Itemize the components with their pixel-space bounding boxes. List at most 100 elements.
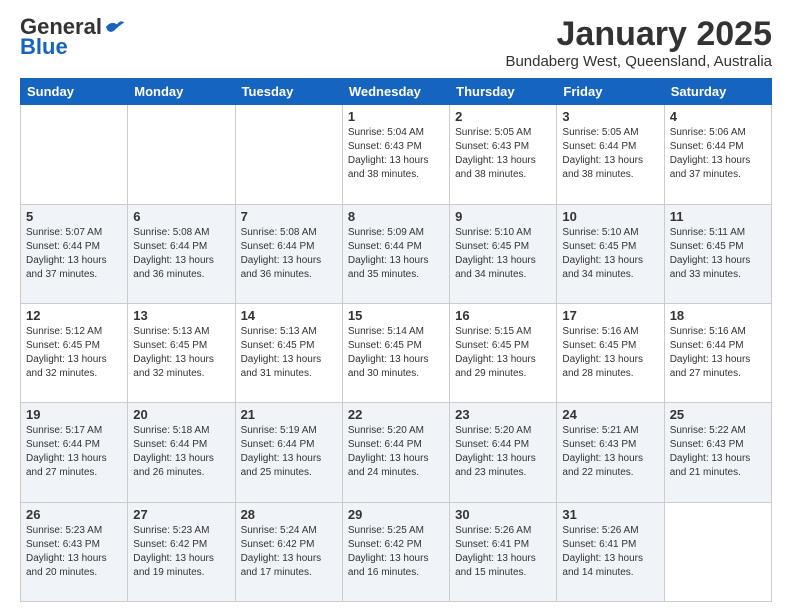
day-info: Sunrise: 5:05 AM Sunset: 6:44 PM Dayligh… — [562, 126, 658, 182]
week-row-3: 12 Sunrise: 5:12 AM Sunset: 6:45 PM Dayli… — [21, 304, 772, 403]
calendar-cell: 7 Sunrise: 5:08 AM Sunset: 6:44 PM Daylig… — [235, 204, 342, 303]
day-info: Sunrise: 5:25 AM Sunset: 6:42 PM Dayligh… — [348, 524, 444, 580]
day-number: 20 — [133, 407, 229, 422]
calendar-cell: 3 Sunrise: 5:05 AM Sunset: 6:44 PM Daylig… — [557, 105, 664, 204]
week-row-4: 19 Sunrise: 5:17 AM Sunset: 6:44 PM Dayli… — [21, 403, 772, 502]
calendar-cell: 9 Sunrise: 5:10 AM Sunset: 6:45 PM Daylig… — [450, 204, 557, 303]
header-monday: Monday — [128, 79, 235, 105]
day-info: Sunrise: 5:10 AM Sunset: 6:45 PM Dayligh… — [455, 226, 551, 282]
day-number: 28 — [241, 507, 337, 522]
calendar-cell: 24Sunrise: 5:21 AM Sunset: 6:43 PM Dayli… — [557, 403, 664, 502]
day-number: 25 — [670, 407, 766, 422]
day-info: Sunrise: 5:06 AM Sunset: 6:44 PM Dayligh… — [670, 126, 766, 182]
calendar-cell: 14Sunrise: 5:13 AM Sunset: 6:45 PM Dayli… — [235, 304, 342, 403]
day-number: 12 — [26, 308, 122, 323]
day-info: Sunrise: 5:17 AM Sunset: 6:44 PM Dayligh… — [26, 424, 122, 480]
day-info: Sunrise: 5:07 AM Sunset: 6:44 PM Dayligh… — [26, 226, 122, 282]
day-number: 7 — [241, 209, 337, 224]
day-number: 1 — [348, 109, 444, 124]
day-number: 6 — [133, 209, 229, 224]
logo-bird-icon — [104, 18, 126, 36]
week-row-1: 1 Sunrise: 5:04 AM Sunset: 6:43 PM Daylig… — [21, 105, 772, 204]
day-number: 23 — [455, 407, 551, 422]
calendar-cell — [664, 502, 771, 601]
day-info: Sunrise: 5:16 AM Sunset: 6:44 PM Dayligh… — [670, 325, 766, 381]
calendar-cell: 31Sunrise: 5:26 AM Sunset: 6:41 PM Dayli… — [557, 502, 664, 601]
header-sunday: Sunday — [21, 79, 128, 105]
day-number: 11 — [670, 209, 766, 224]
calendar-cell: 27 Sunrise: 5:23 AM Sunset: 6:42 PM Dayli… — [128, 502, 235, 601]
day-number: 24 — [562, 407, 658, 422]
day-number: 16 — [455, 308, 551, 323]
calendar-cell — [128, 105, 235, 204]
day-number: 27 — [133, 507, 229, 522]
day-info: Sunrise: 5:22 AM Sunset: 6:43 PM Dayligh… — [670, 424, 766, 480]
header: General Blue January 2025 Bundaberg West… — [20, 16, 772, 70]
title-section: January 2025 Bundaberg West, Queensland,… — [505, 16, 772, 70]
day-info: Sunrise: 5:23 AM Sunset: 6:42 PM Dayligh… — [133, 524, 229, 580]
calendar-cell: 1 Sunrise: 5:04 AM Sunset: 6:43 PM Daylig… — [342, 105, 449, 204]
calendar-cell: 10 Sunrise: 5:10 AM Sunset: 6:45 PM Dayli… — [557, 204, 664, 303]
header-saturday: Saturday — [664, 79, 771, 105]
header-wednesday: Wednesday — [342, 79, 449, 105]
calendar-cell: 8 Sunrise: 5:09 AM Sunset: 6:44 PM Daylig… — [342, 204, 449, 303]
day-info: Sunrise: 5:11 AM Sunset: 6:45 PM Dayligh… — [670, 226, 766, 282]
day-number: 3 — [562, 109, 658, 124]
location-title: Bundaberg West, Queensland, Australia — [505, 53, 772, 70]
calendar-cell: 17 Sunrise: 5:16 AM Sunset: 6:45 PM Dayli… — [557, 304, 664, 403]
calendar-cell: 5Sunrise: 5:07 AM Sunset: 6:44 PM Daylig… — [21, 204, 128, 303]
calendar-cell: 11 Sunrise: 5:11 AM Sunset: 6:45 PM Dayli… — [664, 204, 771, 303]
calendar-cell: 15 Sunrise: 5:14 AM Sunset: 6:45 PM Dayli… — [342, 304, 449, 403]
day-info: Sunrise: 5:15 AM Sunset: 6:45 PM Dayligh… — [455, 325, 551, 381]
day-number: 14 — [241, 308, 337, 323]
calendar-cell: 20 Sunrise: 5:18 AM Sunset: 6:44 PM Dayli… — [128, 403, 235, 502]
day-info: Sunrise: 5:23 AM Sunset: 6:43 PM Dayligh… — [26, 524, 122, 580]
calendar-cell: 30 Sunrise: 5:26 AM Sunset: 6:41 PM Dayli… — [450, 502, 557, 601]
day-number: 17 — [562, 308, 658, 323]
day-number: 15 — [348, 308, 444, 323]
calendar-cell: 16 Sunrise: 5:15 AM Sunset: 6:45 PM Dayli… — [450, 304, 557, 403]
day-info: Sunrise: 5:20 AM Sunset: 6:44 PM Dayligh… — [348, 424, 444, 480]
calendar-cell — [21, 105, 128, 204]
day-info: Sunrise: 5:04 AM Sunset: 6:43 PM Dayligh… — [348, 126, 444, 182]
day-info: Sunrise: 5:08 AM Sunset: 6:44 PM Dayligh… — [241, 226, 337, 282]
day-info: Sunrise: 5:10 AM Sunset: 6:45 PM Dayligh… — [562, 226, 658, 282]
day-info: Sunrise: 5:19 AM Sunset: 6:44 PM Dayligh… — [241, 424, 337, 480]
calendar-cell: 4Sunrise: 5:06 AM Sunset: 6:44 PM Daylig… — [664, 105, 771, 204]
calendar-cell: 6Sunrise: 5:08 AM Sunset: 6:44 PM Daylig… — [128, 204, 235, 303]
calendar-cell: 2Sunrise: 5:05 AM Sunset: 6:43 PM Daylig… — [450, 105, 557, 204]
day-info: Sunrise: 5:24 AM Sunset: 6:42 PM Dayligh… — [241, 524, 337, 580]
weekday-header-row: Sunday Monday Tuesday Wednesday Thursday… — [21, 79, 772, 105]
calendar-cell: 28 Sunrise: 5:24 AM Sunset: 6:42 PM Dayli… — [235, 502, 342, 601]
calendar-cell: 29Sunrise: 5:25 AM Sunset: 6:42 PM Dayli… — [342, 502, 449, 601]
header-tuesday: Tuesday — [235, 79, 342, 105]
day-number: 9 — [455, 209, 551, 224]
day-info: Sunrise: 5:14 AM Sunset: 6:45 PM Dayligh… — [348, 325, 444, 381]
calendar: Sunday Monday Tuesday Wednesday Thursday… — [20, 78, 772, 602]
day-info: Sunrise: 5:05 AM Sunset: 6:43 PM Dayligh… — [455, 126, 551, 182]
day-number: 30 — [455, 507, 551, 522]
logo-blue-text: Blue — [20, 34, 68, 60]
page: General Blue January 2025 Bundaberg West… — [0, 0, 792, 612]
day-number: 19 — [26, 407, 122, 422]
calendar-cell: 21 Sunrise: 5:19 AM Sunset: 6:44 PM Dayli… — [235, 403, 342, 502]
calendar-cell — [235, 105, 342, 204]
calendar-cell: 13Sunrise: 5:13 AM Sunset: 6:45 PM Dayli… — [128, 304, 235, 403]
day-info: Sunrise: 5:12 AM Sunset: 6:45 PM Dayligh… — [26, 325, 122, 381]
day-number: 21 — [241, 407, 337, 422]
day-info: Sunrise: 5:26 AM Sunset: 6:41 PM Dayligh… — [455, 524, 551, 580]
day-info: Sunrise: 5:18 AM Sunset: 6:44 PM Dayligh… — [133, 424, 229, 480]
day-info: Sunrise: 5:16 AM Sunset: 6:45 PM Dayligh… — [562, 325, 658, 381]
calendar-cell: 18 Sunrise: 5:16 AM Sunset: 6:44 PM Dayli… — [664, 304, 771, 403]
calendar-cell: 19 Sunrise: 5:17 AM Sunset: 6:44 PM Dayli… — [21, 403, 128, 502]
day-number: 8 — [348, 209, 444, 224]
header-thursday: Thursday — [450, 79, 557, 105]
week-row-5: 26Sunrise: 5:23 AM Sunset: 6:43 PM Dayli… — [21, 502, 772, 601]
day-info: Sunrise: 5:09 AM Sunset: 6:44 PM Dayligh… — [348, 226, 444, 282]
calendar-cell: 26Sunrise: 5:23 AM Sunset: 6:43 PM Dayli… — [21, 502, 128, 601]
calendar-cell: 23Sunrise: 5:20 AM Sunset: 6:44 PM Dayli… — [450, 403, 557, 502]
month-title: January 2025 — [505, 16, 772, 53]
day-number: 10 — [562, 209, 658, 224]
day-number: 31 — [562, 507, 658, 522]
day-number: 18 — [670, 308, 766, 323]
